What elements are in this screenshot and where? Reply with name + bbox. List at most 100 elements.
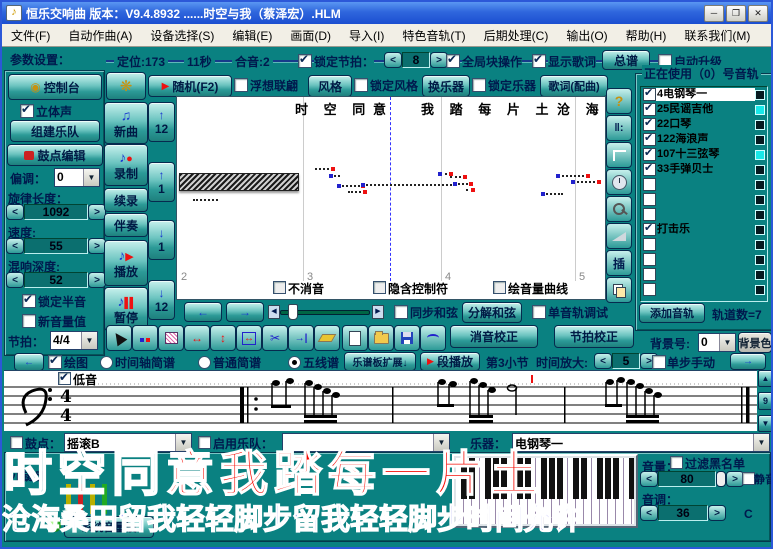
menu-edit[interactable]: 编辑(E) (223, 27, 281, 44)
h-stretch-tool-button[interactable]: ↔ (184, 325, 210, 351)
settings-button[interactable]: ❋ (106, 72, 146, 100)
track-checkbox[interactable] (643, 133, 656, 146)
track-row[interactable]: 107十三弦琴 (641, 147, 767, 162)
help-button[interactable]: ? (606, 88, 632, 114)
staff-scroll-up-button[interactable]: ▲ (758, 370, 773, 387)
staff-scroll-value-button[interactable]: 9 (758, 392, 773, 410)
volume-spin-left[interactable]: < (640, 471, 658, 487)
lyrics-compose-button[interactable]: 歌词(配曲) (540, 75, 608, 97)
brush-tool-button[interactable] (314, 325, 340, 351)
scroll-left-button[interactable]: ← (14, 353, 44, 371)
track-indicator[interactable] (755, 255, 765, 265)
track-row[interactable]: 4电钢琴一 (641, 87, 767, 102)
position-slider[interactable]: ◀ ▶ (268, 304, 384, 318)
segment-play-button[interactable]: ▶ 段播放 (420, 352, 480, 371)
bass-checkbox[interactable] (58, 372, 71, 385)
note[interactable] (440, 173, 451, 175)
open-file-button[interactable] (368, 325, 394, 351)
track-checkbox[interactable] (643, 253, 656, 266)
transpose-down-12-button[interactable]: ↓ 12 (148, 280, 175, 320)
transpose-up-12-button[interactable]: ↑ 12 (148, 102, 175, 142)
track-row[interactable] (641, 282, 767, 297)
track-indicator[interactable] (755, 150, 765, 160)
beat-fix-button[interactable]: 节拍校正 (554, 325, 634, 348)
track-checkbox[interactable] (643, 193, 656, 206)
track-checkbox[interactable] (643, 88, 656, 101)
no-mute-checkbox[interactable] (273, 281, 286, 294)
single-track-debug-checkbox[interactable] (532, 305, 546, 319)
reverb-spin-left[interactable]: < (6, 272, 24, 288)
lock-beat-checkbox[interactable] (298, 54, 312, 68)
note[interactable] (339, 185, 363, 187)
mode-radio-timeline[interactable] (100, 356, 113, 369)
fancy-checkbox[interactable] (234, 78, 248, 92)
zoom-spin-left[interactable]: < (594, 353, 612, 369)
single-step-checkbox[interactable] (652, 355, 666, 369)
lock-style-checkbox[interactable] (354, 78, 368, 92)
lock-semitone-checkbox[interactable] (22, 294, 36, 308)
transpose-up-1-button[interactable]: ↑ 1 (148, 162, 175, 202)
menu-postprocess[interactable]: 后期处理(C) (475, 27, 558, 44)
console-button[interactable]: ◉ 控制台 (8, 74, 102, 100)
slider-thumb[interactable] (288, 304, 298, 320)
nav-right-button[interactable]: → (226, 302, 264, 322)
reverb-spinner[interactable]: < 52 > (6, 272, 106, 288)
pitch-spin-left[interactable]: < (640, 505, 658, 521)
track-checkbox[interactable] (643, 208, 656, 221)
track-indicator[interactable] (755, 210, 765, 220)
track-row[interactable] (641, 267, 767, 282)
note[interactable] (348, 191, 365, 193)
lock-instrument-checkbox[interactable] (472, 78, 486, 92)
close-button[interactable]: ✕ (748, 5, 768, 22)
menu-output[interactable]: 输出(O) (557, 27, 616, 44)
box-stretch-tool-button[interactable]: ↔ (236, 325, 262, 351)
volume-thumb[interactable] (716, 471, 726, 487)
note[interactable] (331, 175, 340, 177)
menu-contact[interactable]: 联系我们(M) (675, 27, 759, 44)
track-indicator[interactable] (755, 240, 765, 250)
track-row[interactable] (641, 207, 767, 222)
track-checkbox[interactable] (643, 238, 656, 251)
track-indicator[interactable] (755, 270, 765, 280)
track-checkbox[interactable] (643, 283, 656, 296)
random-button[interactable]: ▶ 随机(F2) (148, 75, 232, 97)
transpose-down-1-button[interactable]: ↓ 1 (148, 220, 175, 260)
clock-button[interactable] (606, 169, 632, 195)
meter-dropdown[interactable]: 4/4▼ (50, 331, 98, 350)
mode-radio-simple[interactable] (198, 356, 211, 369)
cursor-tool-button[interactable] (106, 325, 132, 351)
menu-help[interactable]: 帮助(H) (617, 27, 676, 44)
minimize-button[interactable]: ─ (704, 5, 724, 22)
show-lyrics-checkbox[interactable] (532, 54, 546, 68)
drum-edit-button[interactable]: 鼓点编辑 (7, 144, 103, 166)
note[interactable] (315, 168, 333, 170)
slider-right-arrow[interactable]: ▶ (372, 305, 384, 319)
note[interactable] (363, 184, 455, 186)
track-checkbox[interactable] (643, 178, 656, 191)
fade-tool-button[interactable] (606, 223, 632, 249)
track-indicator[interactable] (755, 120, 765, 130)
style-button[interactable]: 风格 (308, 75, 352, 97)
speed-spin-left[interactable]: < (6, 238, 24, 254)
new-file-button[interactable] (342, 325, 368, 351)
note[interactable] (558, 175, 588, 177)
mode-radio-staff[interactable] (288, 356, 301, 369)
global-block-checkbox[interactable] (446, 54, 460, 68)
maximize-button[interactable]: ❐ (726, 5, 746, 22)
track-row[interactable] (641, 192, 767, 207)
score-board-expand-button[interactable]: 乐谱板扩展↓ (344, 352, 416, 371)
region-select-tool-button[interactable] (158, 325, 184, 351)
track-checkbox[interactable] (643, 163, 656, 176)
menu-import[interactable]: 导入(I) (340, 27, 393, 44)
pitch-spinner[interactable]: < 36 > (640, 505, 726, 521)
new-song-button[interactable]: ♫ 新曲 (104, 102, 148, 144)
track-indicator[interactable] (755, 285, 765, 295)
track-checkbox[interactable] (643, 103, 656, 116)
track-row[interactable] (641, 252, 767, 267)
track-checkbox[interactable] (643, 148, 656, 161)
corner-tool-button[interactable] (606, 142, 632, 168)
note[interactable] (466, 189, 473, 191)
bg-color-button[interactable]: 背景色 (738, 332, 772, 353)
track-indicator[interactable] (755, 90, 765, 100)
track-row[interactable]: 25民谣吉他 (641, 102, 767, 117)
